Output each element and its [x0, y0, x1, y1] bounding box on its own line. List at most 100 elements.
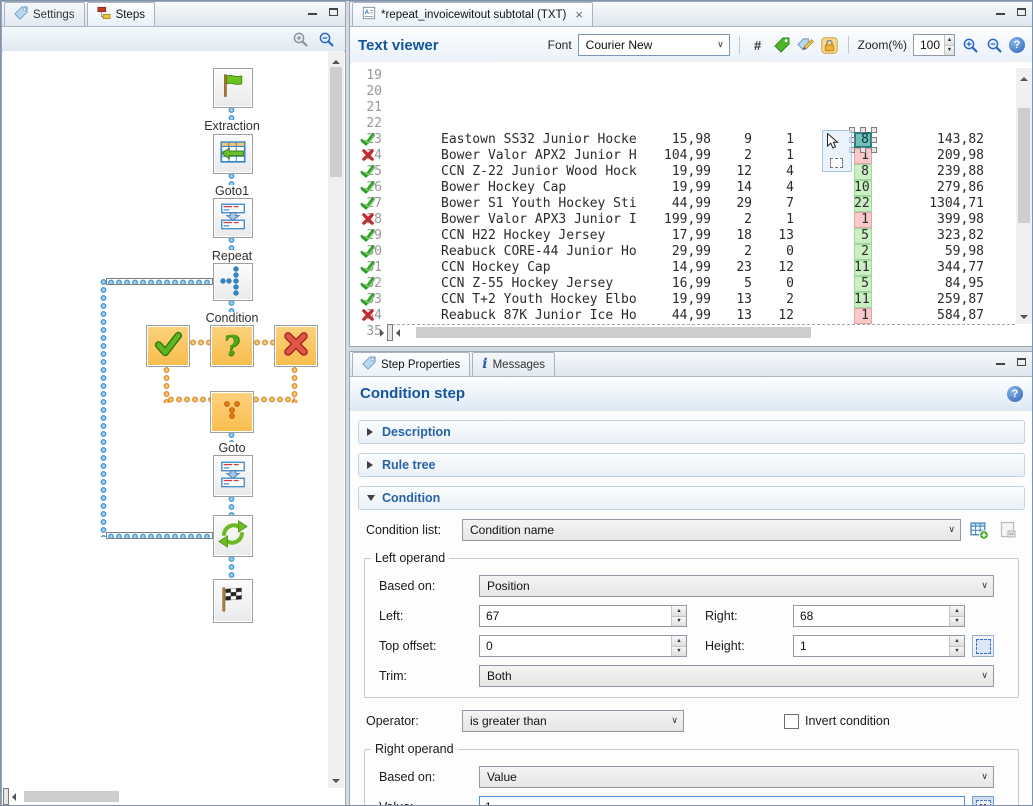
- tv-data-row[interactable]: 34Reabuck 87K Junior Ice Ho44,9913121584…: [351, 308, 1015, 324]
- zoom-out-icon[interactable]: [317, 30, 335, 48]
- tab-step-properties[interactable]: Step Properties: [352, 352, 470, 376]
- flow-node-condition[interactable]: ?: [210, 325, 254, 367]
- tab-messages[interactable]: i Messages: [472, 352, 555, 376]
- scroll-up-icon[interactable]: [332, 56, 340, 64]
- condition-cell[interactable]: 2: [854, 244, 872, 260]
- flow-node-goto[interactable]: [213, 455, 253, 497]
- selection-handle[interactable]: [871, 127, 877, 133]
- scroll-left-icon[interactable]: [8, 793, 16, 801]
- flow-node-goto1[interactable]: [213, 198, 253, 238]
- spin-up-icon[interactable]: ▲: [950, 636, 964, 647]
- spin-up-icon[interactable]: ▲: [672, 636, 686, 647]
- tv-data-row[interactable]: 27Bower S1 Youth Hockey Sti44,9929722130…: [351, 196, 1015, 212]
- selection-handle[interactable]: [871, 147, 877, 153]
- scroll-thumb[interactable]: [330, 67, 342, 177]
- spin-down-icon[interactable]: ▼: [945, 46, 954, 56]
- flow-node-end[interactable]: [213, 579, 253, 623]
- lock-icon[interactable]: [821, 36, 839, 54]
- condition-cell[interactable]: 11: [854, 292, 872, 308]
- flow-node-condition-false[interactable]: [274, 325, 318, 367]
- condition-cell[interactable]: 8: [854, 164, 872, 180]
- minimize-icon[interactable]: [307, 7, 318, 17]
- tag-icon[interactable]: [773, 36, 791, 54]
- condition-cell[interactable]: 5: [854, 228, 872, 244]
- left-based-on-select[interactable]: Position∨: [479, 575, 994, 597]
- steps-vertical-scrollbar[interactable]: [328, 51, 344, 788]
- tv-data-row[interactable]: 23Eastown SS32 Junior Hocke15,98918143,8…: [351, 132, 1015, 148]
- spin-up-icon[interactable]: ▲: [945, 35, 954, 46]
- selection-handle[interactable]: [860, 147, 866, 153]
- flow-node-condition-true[interactable]: [146, 325, 190, 367]
- tv-data-row[interactable]: 31CCN Hockey Cap14,99231211344,77: [351, 260, 1015, 276]
- condition-cell[interactable]: 22: [854, 196, 872, 212]
- height-spinner[interactable]: 1 ▲▼: [793, 635, 965, 657]
- select-text-button[interactable]: [972, 796, 994, 806]
- flow-node-loop[interactable]: [213, 515, 253, 557]
- spin-down-icon[interactable]: ▼: [950, 647, 964, 657]
- invert-condition-checkbox[interactable]: Invert condition: [784, 714, 890, 729]
- section-condition[interactable]: Condition: [358, 486, 1025, 510]
- condition-cell[interactable]: 10: [854, 180, 872, 196]
- tv-data-row[interactable]: 29CCN H22 Hockey Jersey17,9918135323,82: [351, 228, 1015, 244]
- viewer-vertical-scrollbar[interactable]: [1016, 68, 1032, 324]
- operator-select[interactable]: is greater than∨: [462, 710, 684, 732]
- flow-node-repeat[interactable]: [213, 263, 253, 301]
- scroll-down-icon[interactable]: [332, 779, 340, 787]
- tv-data-row[interactable]: 33CCN T+2 Youth Hockey Elbo19,9913211259…: [351, 292, 1015, 308]
- help-icon[interactable]: ?: [1009, 37, 1025, 53]
- selection-handle[interactable]: [871, 137, 877, 143]
- maximize-icon[interactable]: [328, 7, 339, 17]
- tv-data-row[interactable]: 32CCN Z-55 Hockey Jersey16,9950584,95: [351, 276, 1015, 292]
- tv-data-row[interactable]: 25CCN Z-22 Junior Wood Hock19,991248239,…: [351, 164, 1015, 180]
- restore-icon[interactable]: [1016, 7, 1027, 17]
- minimize-icon[interactable]: [995, 357, 1006, 367]
- tv-data-row[interactable]: 26Bower Hockey Cap19,9914410279,86: [351, 180, 1015, 196]
- value-input[interactable]: 1: [479, 796, 965, 806]
- right-based-on-select[interactable]: Value∨: [479, 766, 994, 788]
- condition-cell[interactable]: 8: [854, 132, 872, 148]
- zoom-spinner[interactable]: 100 ▲▼: [913, 34, 955, 56]
- spin-down-icon[interactable]: ▼: [672, 617, 686, 627]
- viewer-horizontal-scrollbar[interactable]: [387, 324, 393, 341]
- maximize-icon[interactable]: [1016, 357, 1027, 367]
- tab-settings[interactable]: Settings: [4, 2, 85, 26]
- section-rule-tree[interactable]: Rule tree: [358, 453, 1025, 477]
- zoom-out-icon[interactable]: [985, 36, 1003, 54]
- zoom-in-icon[interactable]: [961, 36, 979, 54]
- scroll-right-icon[interactable]: [0, 793, 4, 801]
- condition-list-select[interactable]: Condition name∨: [462, 519, 961, 541]
- zoom-in-icon[interactable]: [291, 30, 309, 48]
- tab-steps[interactable]: Steps: [87, 2, 155, 26]
- flowchart-canvas[interactable]: Extraction Goto1 Repeat Conditio: [3, 51, 328, 788]
- spin-up-icon[interactable]: ▲: [950, 606, 964, 617]
- help-icon[interactable]: ?: [1007, 386, 1023, 402]
- left-spinner[interactable]: 67 ▲▼: [479, 605, 687, 627]
- font-select[interactable]: Courier New∨: [578, 34, 730, 56]
- close-icon[interactable]: ×: [575, 10, 583, 20]
- scroll-left-icon[interactable]: [392, 329, 400, 337]
- minimize-icon[interactable]: [995, 7, 1006, 17]
- spin-up-icon[interactable]: ▲: [672, 606, 686, 617]
- line-numbers-icon[interactable]: #: [749, 36, 767, 54]
- scroll-thumb[interactable]: [1018, 108, 1030, 223]
- tab-document[interactable]: A *repeat_invoicewitout subtotal (TXT) ×: [352, 2, 593, 26]
- scroll-down-icon[interactable]: [1020, 315, 1028, 323]
- tv-data-row[interactable]: 24Bower Valor APX2 Junior H104,99211209,…: [351, 148, 1015, 164]
- steps-horizontal-scrollbar[interactable]: [3, 788, 9, 805]
- section-description[interactable]: Description: [358, 420, 1025, 444]
- condition-cell[interactable]: 11: [854, 260, 872, 276]
- top-offset-spinner[interactable]: 0 ▲▼: [479, 635, 687, 657]
- spin-down-icon[interactable]: ▼: [672, 647, 686, 657]
- flow-node-extraction[interactable]: [213, 134, 253, 174]
- selection-handle[interactable]: [860, 127, 866, 133]
- scroll-up-icon[interactable]: [1020, 73, 1028, 81]
- condition-cell[interactable]: 1: [854, 308, 872, 324]
- scroll-thumb[interactable]: [24, 791, 119, 802]
- edit-tag-icon[interactable]: [797, 36, 815, 54]
- flow-node-merge[interactable]: [210, 391, 254, 433]
- add-condition-icon[interactable]: [968, 519, 990, 541]
- spin-down-icon[interactable]: ▼: [950, 617, 964, 627]
- scroll-right-icon[interactable]: [380, 329, 388, 337]
- scroll-thumb[interactable]: [416, 327, 811, 338]
- flow-node-start[interactable]: [213, 68, 253, 108]
